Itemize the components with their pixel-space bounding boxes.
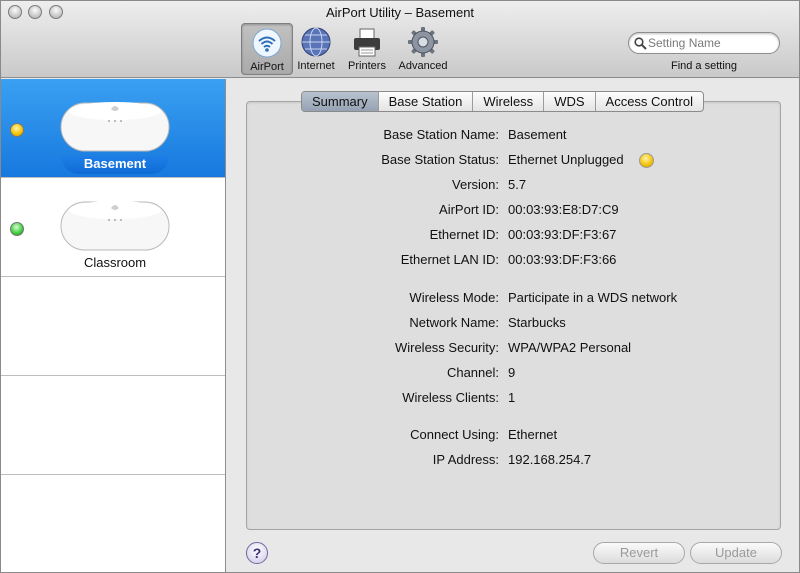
toolbar-airport-label: AirPort — [250, 61, 284, 73]
sidebar-item-label: Basement — [61, 156, 169, 174]
base-station-list: Basement Classroom — [1, 79, 226, 572]
tab-wireless[interactable]: Wireless — [472, 92, 543, 111]
status-indicator-yellow — [10, 123, 24, 137]
setting-search-field[interactable] — [628, 32, 780, 54]
tab-summary[interactable]: Summary — [302, 92, 378, 111]
window-title: AirPort Utility – Basement — [325, 5, 475, 20]
tab-bar: Summary Base Station Wireless WDS Access… — [301, 91, 704, 112]
summary-panel — [246, 101, 781, 530]
sidebar-empty-row — [1, 277, 225, 376]
sidebar-item-classroom[interactable]: Classroom — [1, 178, 225, 277]
find-setting-caption: Find a setting — [670, 60, 738, 72]
main-content: Summary Base Station Wireless WDS Access… — [227, 79, 799, 572]
tab-wds[interactable]: WDS — [543, 92, 594, 111]
sidebar-item-label: Classroom — [83, 255, 147, 270]
airport-utility-window: AirPort Utility – Basement AirPort Inter… — [0, 0, 800, 573]
search-icon — [634, 37, 647, 50]
airport-extreme-icon — [60, 102, 170, 152]
globe-icon — [301, 27, 331, 57]
toolbar-printers-label: Printers — [348, 60, 386, 72]
toolbar-advanced-button[interactable]: Advanced — [397, 23, 449, 75]
sidebar-empty-row — [1, 475, 225, 572]
toolbar-advanced-label: Advanced — [398, 60, 448, 72]
revert-button[interactable]: Revert — [593, 542, 685, 564]
airport-icon — [252, 28, 282, 58]
sidebar-item-basement[interactable]: Basement — [1, 79, 225, 178]
sidebar-empty-row — [1, 376, 225, 475]
status-indicator-green — [10, 222, 24, 236]
toolbar-printers-button[interactable]: Printers — [341, 23, 393, 75]
update-button[interactable]: Update — [690, 542, 782, 564]
gear-icon — [408, 27, 438, 57]
toolbar-internet-button[interactable]: Internet — [290, 23, 342, 75]
tab-base-station[interactable]: Base Station — [377, 92, 473, 111]
search-input[interactable] — [648, 35, 774, 51]
toolbar-internet-label: Internet — [297, 60, 335, 72]
printer-icon — [354, 28, 380, 57]
toolbar-airport-button[interactable]: AirPort — [241, 23, 293, 75]
airport-extreme-icon — [60, 201, 170, 251]
help-button[interactable]: ? — [246, 542, 268, 564]
tab-access-control[interactable]: Access Control — [594, 92, 703, 111]
toolbar: AirPort Utility – Basement AirPort Inter… — [1, 1, 799, 78]
